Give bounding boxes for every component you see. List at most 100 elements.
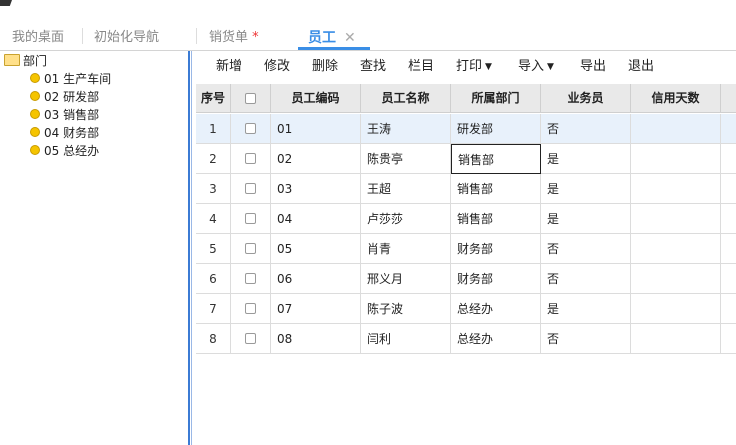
cell-code[interactable]: 01 <box>271 114 361 144</box>
row-checkbox[interactable] <box>245 333 256 344</box>
cell-salesman[interactable]: 否 <box>541 234 631 264</box>
cell-code[interactable]: 05 <box>271 234 361 264</box>
row-checkbox[interactable] <box>245 153 256 164</box>
cell-name[interactable]: 邢义月 <box>361 264 451 294</box>
tab-sales-order[interactable]: 销货单 * <box>209 27 259 49</box>
edit-button[interactable]: 修改 <box>264 51 290 83</box>
table-row[interactable]: 6 06 邢义月 财务部否 <box>196 264 736 294</box>
cell-index: 3 <box>196 174 231 204</box>
cell-salesman[interactable]: 否 <box>541 114 631 144</box>
header-salesman[interactable]: 业务员 <box>541 84 631 113</box>
cell-code[interactable]: 03 <box>271 174 361 204</box>
cell-code[interactable]: 04 <box>271 204 361 234</box>
row-select-cell[interactable] <box>231 234 271 264</box>
cell-credit-days[interactable] <box>631 264 721 294</box>
cell-credit-days[interactable] <box>631 234 721 264</box>
row-select-cell[interactable] <box>231 204 271 234</box>
tree-item[interactable]: 01 生产车间 <box>30 70 111 88</box>
cell-dept[interactable]: 财务部 <box>451 264 541 294</box>
tree-root-label: 部门 <box>23 54 48 68</box>
row-select-cell[interactable] <box>231 174 271 204</box>
row-select-cell[interactable] <box>231 114 271 144</box>
tab-init-nav[interactable]: 初始化导航 <box>94 27 159 49</box>
cell-credit-days[interactable] <box>631 174 721 204</box>
cell-dept[interactable]: 销售部 <box>451 204 541 234</box>
node-dot-icon <box>30 127 40 137</box>
table-row[interactable]: 8 08 闫利 总经办否 <box>196 324 736 354</box>
cell-name[interactable]: 陈贵亭 <box>361 144 451 174</box>
exit-button[interactable]: 退出 <box>628 51 654 83</box>
cell-salesman[interactable]: 是 <box>541 294 631 324</box>
import-button[interactable]: 导入 ▼ <box>518 51 554 83</box>
row-select-cell[interactable] <box>231 324 271 354</box>
tree-item-label: 01 生产车间 <box>44 72 112 86</box>
cell-code[interactable]: 08 <box>271 324 361 354</box>
header-name[interactable]: 员工名称 <box>361 84 451 113</box>
tab-label: 员工 <box>308 30 336 46</box>
tree-item[interactable]: 05 总经办 <box>30 142 99 160</box>
row-checkbox[interactable] <box>245 183 256 194</box>
cell-dept[interactable]: 销售部 <box>451 144 541 174</box>
table-row[interactable]: 5 05 肖青 财务部否 <box>196 234 736 264</box>
row-checkbox[interactable] <box>245 123 256 134</box>
row-select-cell[interactable] <box>231 144 271 174</box>
cell-dept[interactable]: 财务部 <box>451 234 541 264</box>
cell-name[interactable]: 闫利 <box>361 324 451 354</box>
table-row[interactable]: 1 01 王涛 研发部否 <box>196 114 736 144</box>
tree-item[interactable]: 02 研发部 <box>30 88 99 106</box>
header-select-all[interactable] <box>231 84 271 113</box>
cell-name[interactable]: 王超 <box>361 174 451 204</box>
row-checkbox[interactable] <box>245 213 256 224</box>
cell-name[interactable]: 陈子波 <box>361 294 451 324</box>
row-select-cell[interactable] <box>231 294 271 324</box>
header-dept[interactable]: 所属部门 <box>451 84 541 113</box>
cell-salesman[interactable]: 否 <box>541 324 631 354</box>
tab-employee[interactable]: 员工 ✕ <box>308 27 356 49</box>
table-row[interactable]: 4 04 卢莎莎 销售部是 <box>196 204 736 234</box>
cell-name[interactable]: 肖青 <box>361 234 451 264</box>
cell-code[interactable]: 06 <box>271 264 361 294</box>
cell-index: 2 <box>196 144 231 174</box>
header-index: 序号 <box>196 84 231 113</box>
cell-name[interactable]: 王涛 <box>361 114 451 144</box>
cell-salesman[interactable]: 是 <box>541 204 631 234</box>
print-button[interactable]: 打印 ▼ <box>456 51 492 83</box>
cell-credit-days[interactable] <box>631 114 721 144</box>
tree-item[interactable]: 04 财务部 <box>30 124 99 142</box>
cell-salesman[interactable]: 否 <box>541 264 631 294</box>
cell-dept[interactable]: 研发部 <box>451 114 541 144</box>
cell-dept[interactable]: 销售部 <box>451 174 541 204</box>
table-row[interactable]: 2 02 陈贵亭 销售部是 <box>196 144 736 174</box>
cell-code[interactable]: 07 <box>271 294 361 324</box>
tree-root[interactable]: 部门 <box>4 53 47 69</box>
cell-credit-days[interactable] <box>631 144 721 174</box>
select-all-checkbox[interactable] <box>245 93 256 104</box>
cell-salesman[interactable]: 是 <box>541 174 631 204</box>
header-code[interactable]: 员工编码 <box>271 84 361 113</box>
cell-dept[interactable]: 总经办 <box>451 294 541 324</box>
node-dot-icon <box>30 145 40 155</box>
cell-credit-days[interactable] <box>631 324 721 354</box>
close-icon[interactable]: ✕ <box>344 30 356 46</box>
export-button[interactable]: 导出 <box>580 51 606 83</box>
table-row[interactable]: 3 03 王超 销售部是 <box>196 174 736 204</box>
table-row[interactable]: 7 07 陈子波 总经办是 <box>196 294 736 324</box>
row-select-cell[interactable] <box>231 264 271 294</box>
tab-desktop[interactable]: 我的桌面 <box>12 27 64 49</box>
search-button[interactable]: 查找 <box>360 51 386 83</box>
tree-item[interactable]: 03 销售部 <box>30 106 99 124</box>
delete-button[interactable]: 删除 <box>312 51 338 83</box>
cell-dept[interactable]: 总经办 <box>451 324 541 354</box>
row-checkbox[interactable] <box>245 273 256 284</box>
cell-credit-days[interactable] <box>631 294 721 324</box>
header-credit-days[interactable]: 信用天数 <box>631 84 721 113</box>
cell-salesman[interactable]: 是 <box>541 144 631 174</box>
row-checkbox[interactable] <box>245 303 256 314</box>
columns-button[interactable]: 栏目 <box>408 51 434 83</box>
splitter-handle[interactable] <box>186 51 194 445</box>
row-checkbox[interactable] <box>245 243 256 254</box>
cell-credit-days[interactable] <box>631 204 721 234</box>
cell-name[interactable]: 卢莎莎 <box>361 204 451 234</box>
cell-code[interactable]: 02 <box>271 144 361 174</box>
add-button[interactable]: 新增 <box>216 51 242 83</box>
